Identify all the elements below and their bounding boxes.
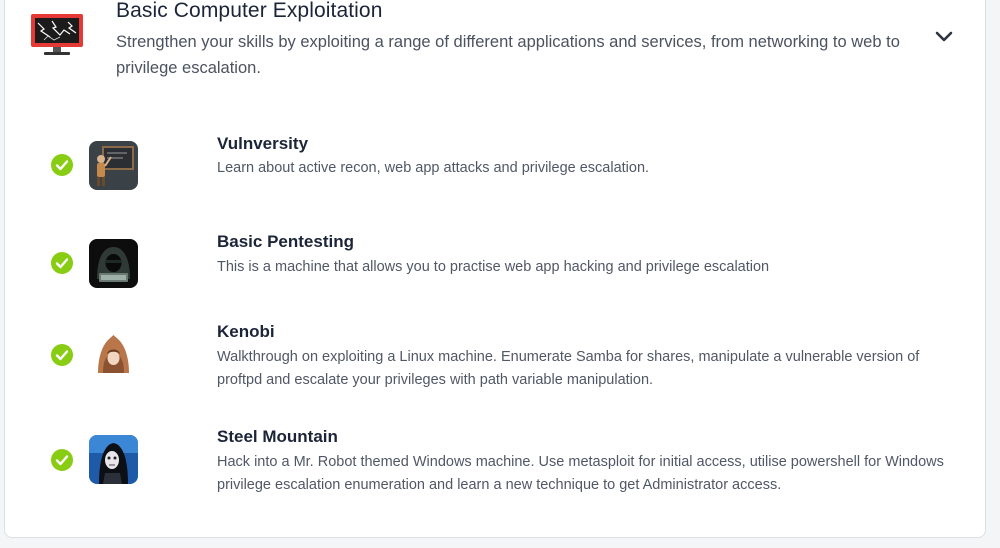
hooded-hacker-room-icon <box>89 239 138 288</box>
chevron-down-icon[interactable] <box>934 29 954 43</box>
completed-check-icon <box>51 449 73 471</box>
completed-check-icon <box>51 344 73 366</box>
room-title[interactable]: Basic Pentesting <box>217 232 354 252</box>
monitor-lightning-icon <box>31 14 83 55</box>
completed-check-icon <box>51 154 73 176</box>
module-title: Basic Computer Exploitation <box>116 0 383 22</box>
room-item-steel-mountain[interactable]: Steel Mountain Hack into a Mr. Robot the… <box>5 424 1000 514</box>
room-description: This is a machine that allows you to pra… <box>217 259 770 275</box>
room-title[interactable]: Kenobi <box>217 322 275 342</box>
completed-check-icon <box>51 252 73 274</box>
module-description: Strengthen your skills by exploiting a r… <box>116 33 900 77</box>
room-description: Walkthrough on exploiting a Linux machin… <box>217 349 920 388</box>
room-description: Hack into a Mr. Robot themed Windows mac… <box>217 454 944 493</box>
room-item-kenobi[interactable]: Kenobi Walkthrough on exploiting a Linux… <box>5 319 1000 409</box>
vulnversity-room-icon <box>89 141 138 190</box>
module-card: Basic Computer Exploitation Strengthen y… <box>4 0 986 538</box>
mr-robot-room-icon <box>89 435 138 484</box>
room-title[interactable]: Vulnversity <box>217 134 308 154</box>
room-description: Learn about active recon, web app attack… <box>217 160 650 176</box>
room-item-basic-pentesting[interactable]: Basic Pentesting This is a machine that … <box>5 229 1000 319</box>
room-item-vulnversity[interactable]: Vulnversity Learn about active recon, we… <box>5 131 1000 221</box>
hooded-figure-room-icon <box>89 330 138 379</box>
room-title[interactable]: Steel Mountain <box>217 427 338 447</box>
